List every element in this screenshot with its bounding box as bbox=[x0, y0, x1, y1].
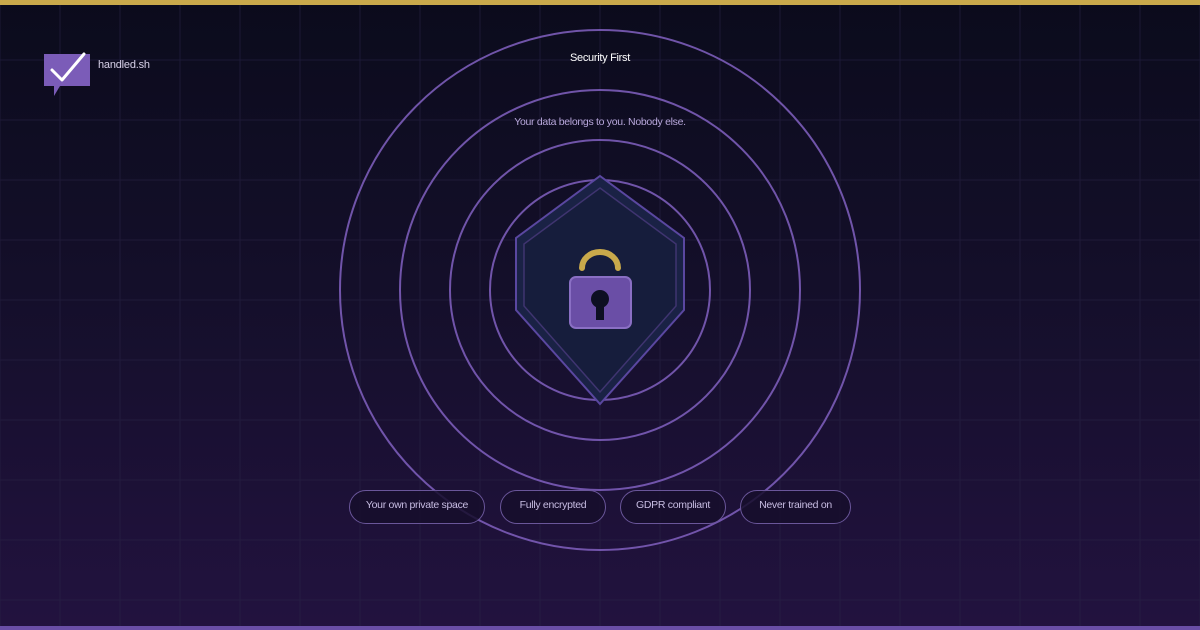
security-illustration bbox=[339, 29, 861, 551]
feature-pill-private-space: Your own private space bbox=[349, 490, 485, 524]
page-title: Security First bbox=[570, 52, 630, 64]
shield-padlock-icon bbox=[515, 174, 685, 406]
feature-pill-encrypted: Fully encrypted bbox=[500, 490, 606, 524]
feature-pill-never-trained: Never trained on bbox=[740, 490, 851, 524]
bottom-accent-bar bbox=[0, 626, 1200, 630]
feature-pill-gdpr: GDPR compliant bbox=[620, 490, 726, 524]
page-subtitle: Your data belongs to you. Nobody else. bbox=[514, 116, 686, 128]
